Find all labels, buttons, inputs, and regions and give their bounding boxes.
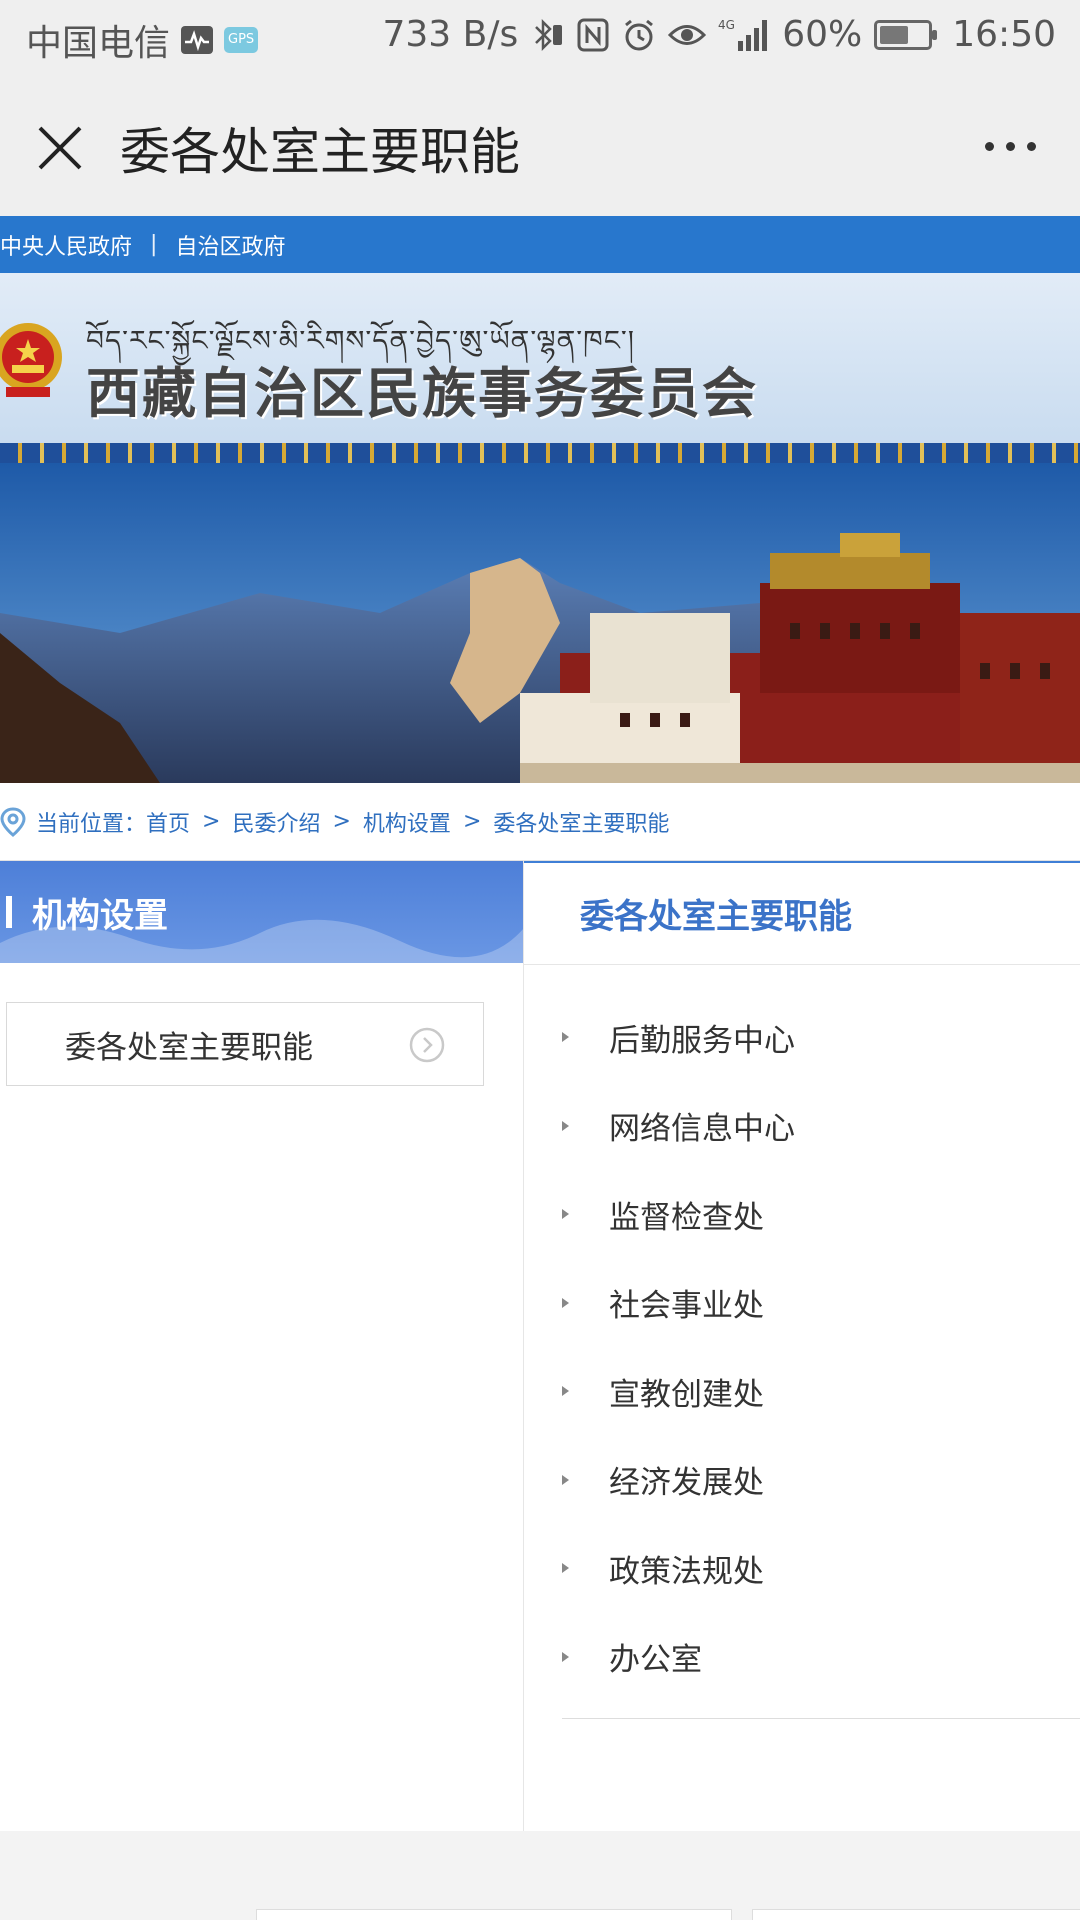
footer-card bbox=[752, 1909, 1080, 1920]
net-speed: 733 B/s bbox=[382, 14, 519, 55]
list-item-label: 监督检查处 bbox=[609, 1199, 764, 1236]
sidebar-item-label: 委各处室主要职能 bbox=[65, 1029, 313, 1066]
gps-badge: GPS bbox=[224, 27, 259, 53]
sidebar-header-pattern bbox=[0, 919, 523, 963]
bullet-icon bbox=[562, 1563, 569, 1574]
potala-palace-image bbox=[0, 463, 1080, 783]
list-item[interactable]: 监督检查处 bbox=[562, 1170, 1080, 1259]
breadcrumb: 当前位置： 首页 > 民委介绍 > 机构设置 > 委各处室主要职能 bbox=[0, 783, 1080, 861]
activity-icon bbox=[180, 25, 214, 55]
list-item-label: 网络信息中心 bbox=[609, 1111, 795, 1148]
header-title-area: བོད་རང་སྐྱོང་ལྗོངས་མི་རིགས་དོན་བྱེད་ཨུ་ཡ… bbox=[0, 273, 1080, 443]
breadcrumb-home[interactable]: 首页 bbox=[146, 806, 190, 838]
decorative-border bbox=[0, 443, 1080, 463]
site-header-banner: བོད་རང་སྐྱོང་ལྗོངས་མི་རིགས་དོན་བྱེད་ཨུ་ཡ… bbox=[0, 273, 1080, 783]
location-pin-icon bbox=[0, 806, 26, 837]
page-title: 委各处室主要职能 bbox=[120, 123, 520, 181]
content-panel: 委各处室主要职能 后勤服务中心 网络信息中心 监督检查处 社会事业处 宣教创建处… bbox=[524, 861, 1080, 1831]
bullet-icon bbox=[562, 1651, 569, 1662]
list-item-label: 政策法规处 bbox=[609, 1553, 764, 1590]
department-list: 后勤服务中心 网络信息中心 监督检查处 社会事业处 宣教创建处 经济发展处 政策… bbox=[562, 993, 1080, 1701]
status-bar: 中国电信 GPS 733 B/s 4G 60% 16:50 bbox=[0, 0, 1080, 76]
content-title: 委各处室主要职能 bbox=[580, 897, 852, 937]
top-links-bar: 中央人民政府 | 自治区政府 bbox=[0, 216, 1080, 273]
list-item[interactable]: 宣教创建处 bbox=[562, 1347, 1080, 1436]
breadcrumb-separator: > bbox=[202, 809, 221, 834]
app-nav-bar: 委各处室主要职能 bbox=[0, 76, 1080, 216]
battery-icon bbox=[874, 19, 938, 50]
list-item-label: 后勤服务中心 bbox=[609, 1022, 795, 1059]
chevron-circle-right-icon bbox=[409, 1027, 445, 1063]
nfc-icon bbox=[576, 17, 610, 53]
breadcrumb-intro[interactable]: 民委介绍 bbox=[232, 806, 320, 838]
carrier-name: 中国电信 bbox=[26, 23, 171, 64]
link-central-government[interactable]: 中央人民政府 bbox=[0, 229, 132, 261]
list-item[interactable]: 网络信息中心 bbox=[562, 1082, 1080, 1171]
bullet-icon bbox=[562, 1297, 569, 1308]
battery-percent: 60% bbox=[782, 14, 863, 55]
eye-icon bbox=[668, 20, 707, 50]
breadcrumb-current[interactable]: 委各处室主要职能 bbox=[493, 806, 669, 838]
network-label: 4G bbox=[718, 18, 735, 32]
list-item[interactable]: 社会事业处 bbox=[562, 1259, 1080, 1348]
sidebar: 机构设置 委各处室主要职能 bbox=[0, 861, 524, 1831]
clock-time: 16:50 bbox=[952, 14, 1056, 55]
bullet-icon bbox=[562, 1120, 569, 1131]
page-footer-area bbox=[0, 1831, 1080, 1920]
list-item[interactable]: 政策法规处 bbox=[562, 1524, 1080, 1613]
list-item[interactable]: 经济发展处 bbox=[562, 1436, 1080, 1525]
signal-icon: 4G bbox=[718, 17, 770, 53]
list-item-label: 经济发展处 bbox=[609, 1465, 764, 1502]
breadcrumb-separator: > bbox=[462, 809, 482, 834]
breadcrumb-label: 当前位置： bbox=[36, 811, 147, 837]
breadcrumb-org[interactable]: 机构设置 bbox=[363, 806, 451, 838]
bullet-icon bbox=[562, 1209, 569, 1220]
close-icon[interactable] bbox=[30, 118, 90, 178]
bullet-icon bbox=[562, 1386, 569, 1397]
more-icon[interactable] bbox=[985, 142, 1036, 151]
bullet-icon bbox=[562, 1032, 569, 1043]
list-divider bbox=[562, 1718, 1080, 1719]
list-item[interactable]: 办公室 bbox=[562, 1613, 1080, 1702]
list-item-label: 社会事业处 bbox=[609, 1288, 764, 1325]
list-item-label: 宣教创建处 bbox=[609, 1376, 764, 1413]
list-item-label: 办公室 bbox=[609, 1642, 702, 1679]
footer-card bbox=[256, 1909, 732, 1920]
link-regional-government[interactable]: 自治区政府 bbox=[175, 229, 285, 261]
sidebar-item-functions[interactable]: 委各处室主要职能 bbox=[6, 1002, 484, 1086]
content-header: 委各处室主要职能 bbox=[524, 861, 1080, 965]
breadcrumb-separator: > bbox=[332, 809, 351, 834]
alarm-icon bbox=[622, 17, 656, 53]
site-title: 西藏自治区民族事务委员会 bbox=[86, 362, 758, 425]
link-separator: | bbox=[150, 232, 158, 257]
sidebar-header: 机构设置 bbox=[0, 861, 523, 963]
bullet-icon bbox=[562, 1474, 569, 1485]
emblem-icon bbox=[0, 311, 64, 411]
list-item[interactable]: 后勤服务中心 bbox=[562, 993, 1080, 1082]
bluetooth-icon bbox=[530, 17, 564, 53]
